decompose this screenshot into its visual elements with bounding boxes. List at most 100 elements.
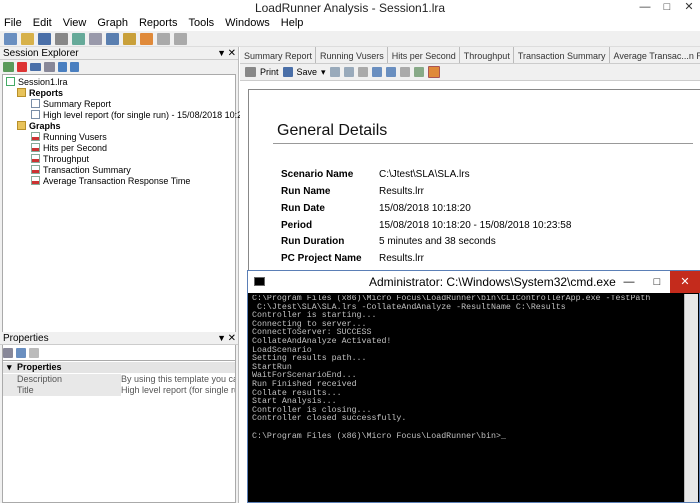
- menu-bar: File Edit View Graph Reports Tools Windo…: [0, 15, 700, 31]
- menu-graph[interactable]: Graph: [97, 17, 128, 29]
- session-icon: [6, 77, 15, 86]
- add-icon[interactable]: [3, 62, 14, 72]
- report-label: High level report (for single run) - 15/…: [43, 110, 260, 120]
- columns-icon[interactable]: [399, 67, 410, 77]
- detail-label: Run Name: [281, 186, 331, 197]
- detail-value: Results.lrr: [379, 253, 425, 264]
- session-explorer-title: Session Explorer: [3, 48, 79, 59]
- folder-icon: [17, 121, 26, 130]
- cmd-maximize-button[interactable]: □: [646, 271, 668, 293]
- tab-average-response-time[interactable]: Average Transac...n Response Time: [610, 47, 700, 63]
- print-button[interactable]: Print: [260, 67, 279, 77]
- detail-value: Results.lrr: [379, 186, 425, 197]
- console-scrollbar[interactable]: [684, 294, 698, 502]
- tab-throughput[interactable]: Throughput: [460, 47, 514, 63]
- console-line: C:\Program Files (x86)\Micro Focus\LoadR…: [252, 431, 506, 441]
- layout-icon[interactable]: [385, 67, 396, 77]
- collapse-icon[interactable]: ▾: [7, 362, 12, 373]
- graph-label: Hits per Second: [43, 143, 108, 153]
- save-button[interactable]: Save: [297, 67, 318, 77]
- cmd-window[interactable]: Administrator: C:\Windows\System32\cmd.e…: [247, 270, 700, 503]
- report-title: General Details: [277, 122, 388, 139]
- menu-reports[interactable]: Reports: [139, 17, 178, 29]
- find-icon[interactable]: [329, 67, 340, 77]
- tab-hits-per-second[interactable]: Hits per Second: [388, 47, 460, 63]
- graph-icon: [31, 132, 40, 141]
- left-panel: Session Explorer ▼ ✕ Session1.lra Report…: [0, 47, 260, 503]
- menu-windows[interactable]: Windows: [225, 17, 270, 29]
- copy-icon[interactable]: [89, 32, 102, 45]
- session-explorer-toolbar: [0, 60, 238, 74]
- categorized-icon[interactable]: [3, 348, 13, 358]
- menu-tools[interactable]: Tools: [188, 17, 214, 29]
- tab-running-vusers[interactable]: Running Vusers: [316, 47, 388, 63]
- settings-icon[interactable]: [140, 32, 153, 45]
- close-icon[interactable]: ✕: [228, 332, 236, 345]
- cmd-minimize-button[interactable]: —: [618, 271, 640, 293]
- pin-icon[interactable]: ▼: [217, 47, 226, 60]
- binoculars-icon[interactable]: [371, 67, 382, 77]
- save-icon[interactable]: [38, 32, 51, 45]
- undo-icon[interactable]: [157, 32, 170, 45]
- cmd-title-bar[interactable]: Administrator: C:\Windows\System32\cmd.e…: [248, 271, 700, 293]
- tab-summary-report[interactable]: Summary Report: [240, 47, 317, 63]
- maximize-button[interactable]: □: [656, 0, 678, 14]
- view-icon[interactable]: [413, 67, 424, 77]
- rename-icon[interactable]: [30, 63, 41, 71]
- folder-icon: [17, 88, 26, 97]
- properties-icon[interactable]: [44, 62, 55, 72]
- detail-label: Run Duration: [281, 236, 345, 247]
- save-icon[interactable]: [282, 67, 293, 77]
- graph-label: Transaction Summary: [43, 165, 131, 175]
- delete-icon[interactable]: [17, 62, 27, 72]
- console-line: CollateAndAnalyze Activated!: [252, 336, 392, 346]
- close-button[interactable]: ✕: [678, 0, 700, 14]
- add-graph-icon[interactable]: [72, 32, 85, 45]
- settings-icon[interactable]: [427, 66, 440, 78]
- cmd-close-button[interactable]: ✕: [670, 271, 700, 293]
- console-icon: [254, 277, 265, 286]
- property-group[interactable]: ▾ Properties: [3, 362, 235, 373]
- report-icon: [31, 110, 40, 119]
- property-value: By using this template you can easily: [121, 374, 235, 385]
- graph-icon: [31, 143, 40, 152]
- print-icon[interactable]: [55, 32, 68, 45]
- merge-icon[interactable]: [123, 32, 136, 45]
- save-dropdown-icon[interactable]: ▾: [321, 67, 326, 78]
- property-value: High level report (for single run) - 15/…: [121, 385, 235, 396]
- close-icon[interactable]: ✕: [228, 47, 236, 60]
- zoom-icon[interactable]: [343, 67, 354, 77]
- tab-transaction-summary[interactable]: Transaction Summary: [514, 47, 610, 63]
- graph-label: Throughput: [43, 154, 90, 164]
- property-name: Description: [17, 374, 63, 384]
- move-up-icon[interactable]: [58, 62, 67, 72]
- filter-icon[interactable]: [106, 32, 119, 45]
- minimize-button[interactable]: —: [634, 0, 656, 14]
- print-icon[interactable]: [245, 67, 256, 77]
- tab-strip: Summary Report Running Vusers Hits per S…: [240, 47, 700, 64]
- property-row[interactable]: Description By using this template you ca…: [3, 374, 235, 385]
- tree-report-item[interactable]: High level report (for single run) - 15/…: [31, 109, 260, 121]
- detail-label: Scenario Name: [281, 169, 354, 180]
- console-line: Setting results path...: [252, 354, 367, 364]
- console-output[interactable]: C:\Program Files (x86)\Micro Focus\LoadR…: [252, 295, 682, 500]
- redo-icon[interactable]: [174, 32, 187, 45]
- graphs-label: Graphs: [29, 121, 61, 131]
- menu-edit[interactable]: Edit: [33, 17, 52, 29]
- group-label: Properties: [17, 362, 62, 372]
- property-pages-icon[interactable]: [29, 348, 39, 358]
- menu-help[interactable]: Help: [281, 17, 304, 29]
- session-tree: Session1.lra Reports Summary Report High…: [2, 74, 260, 364]
- pin-icon[interactable]: ▼: [217, 332, 226, 345]
- open-icon[interactable]: [21, 32, 34, 45]
- property-row[interactable]: Title High level report (for single run) …: [3, 385, 235, 396]
- sort-alpha-icon[interactable]: [16, 348, 26, 358]
- menu-file[interactable]: File: [4, 17, 22, 29]
- new-session-icon[interactable]: [4, 32, 17, 45]
- page-icon[interactable]: [357, 67, 368, 77]
- move-down-icon[interactable]: [70, 62, 79, 72]
- graph-label: Running Vusers: [43, 132, 107, 142]
- cmd-title: Administrator: C:\Windows\System32\cmd.e…: [369, 275, 616, 289]
- tree-graph-item[interactable]: Average Transaction Response Time: [31, 175, 190, 187]
- menu-view[interactable]: View: [63, 17, 87, 29]
